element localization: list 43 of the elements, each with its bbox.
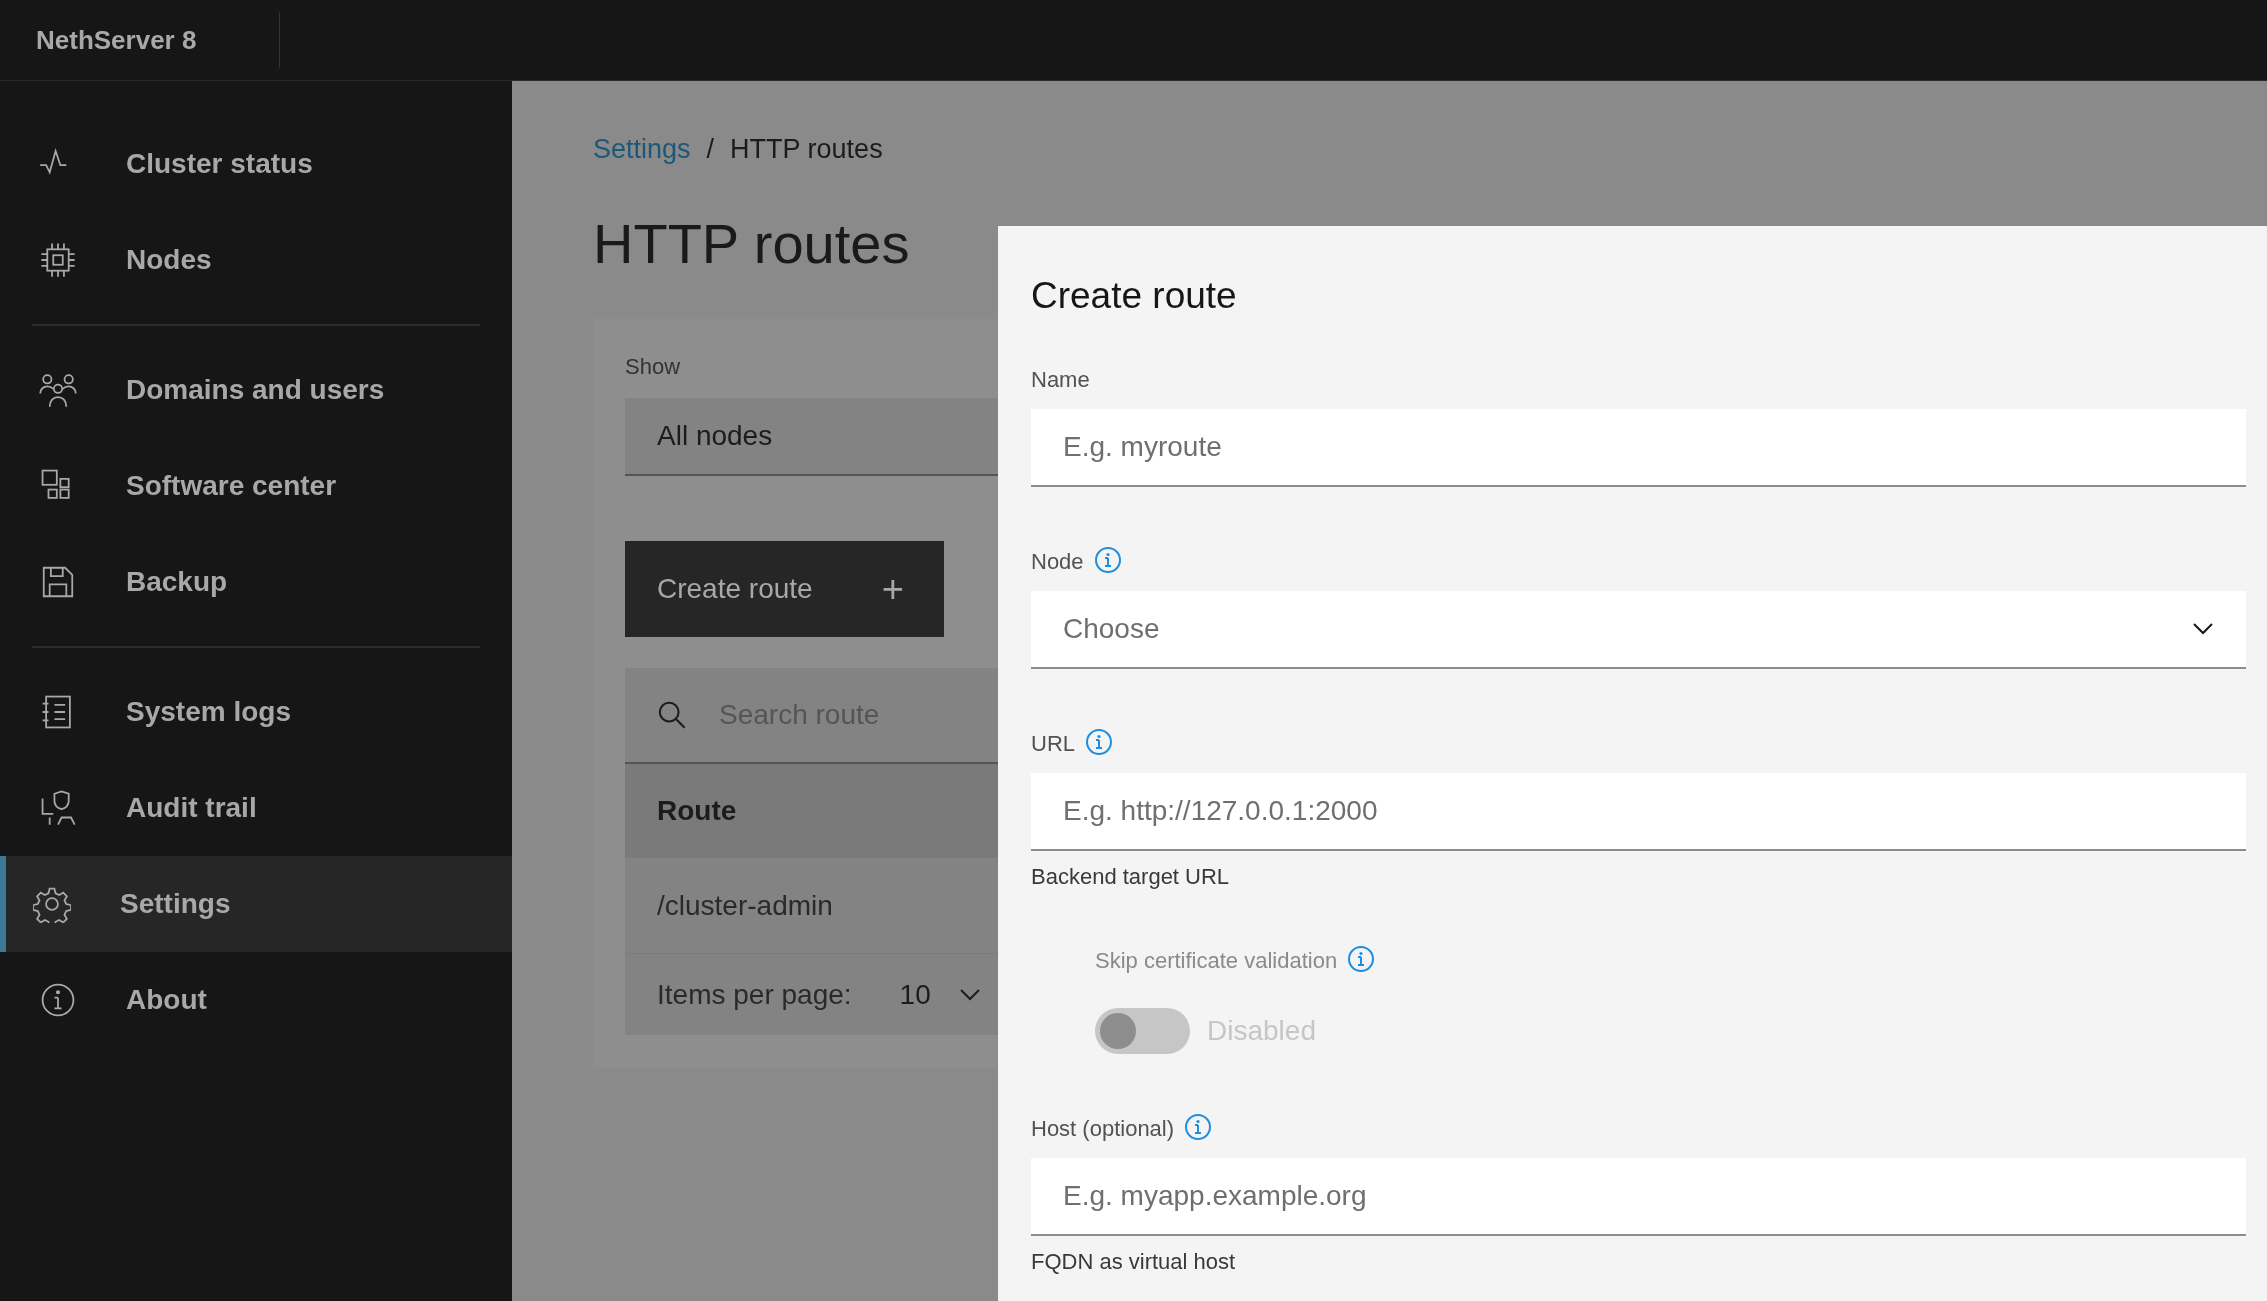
breadcrumb-current: HTTP routes [730, 133, 883, 165]
settings-icon [33, 885, 71, 923]
chevron-down-icon [2192, 622, 2214, 636]
text-input[interactable]: E.g. myroute [1031, 409, 2246, 487]
column-header: Route [625, 764, 998, 858]
field-label: Skip certificate validation [1095, 947, 1338, 975]
chevron-down-icon [958, 987, 981, 1002]
sidebar-item[interactable]: Backup [0, 534, 512, 630]
sidebar-item[interactable]: Audit trail [0, 760, 512, 856]
info-icon[interactable] [1093, 546, 1122, 574]
app-title: NethServer 8 [0, 12, 280, 68]
search-icon [657, 700, 687, 730]
helper-text: FQDN as virtual host [1031, 1248, 1237, 1276]
text-input[interactable]: E.g. myapp.example.org [1031, 1158, 2246, 1236]
sidebar-item[interactable]: System logs [0, 664, 512, 760]
users-icon [39, 371, 77, 409]
person-shield-icon [39, 789, 77, 827]
page-title: HTTP routes [593, 211, 911, 277]
sidebar-item[interactable]: Settings [0, 856, 512, 952]
create-route-button[interactable]: Create route + [625, 541, 944, 637]
chip-icon [39, 241, 77, 279]
dropdown[interactable]: Choose [1031, 591, 2246, 669]
sidebar-item[interactable]: Cluster status [0, 116, 512, 212]
info-icon [39, 981, 77, 1019]
sidebar-item[interactable]: Software center [0, 438, 512, 534]
field-label: URL [1031, 730, 1075, 758]
items-per-page-select[interactable]: 10 [899, 978, 931, 1011]
sidebar-item[interactable]: Nodes [0, 212, 512, 308]
sidebar-item[interactable]: About [0, 952, 512, 1048]
text-input[interactable]: E.g. http://127.0.0.1:2000 [1031, 773, 2246, 851]
pagination-label: Items per page: [657, 978, 852, 1011]
field-label: Name [1031, 366, 1090, 394]
field-label: Show [625, 353, 682, 381]
field-label: Host (optional) [1031, 1115, 1175, 1143]
info-icon[interactable] [1085, 728, 1113, 756]
panel-title: Create route [1031, 274, 1238, 318]
table-cell: /cluster-admin [625, 858, 998, 954]
info-icon[interactable] [1184, 1113, 1213, 1141]
helper-text: Backend target URL [1031, 863, 1231, 891]
field-label: Node [1031, 548, 1084, 576]
sidebar-item[interactable]: Domains and users [0, 342, 512, 438]
breadcrumb-separator: / [706, 133, 715, 165]
node-select[interactable]: All nodes [625, 398, 998, 476]
